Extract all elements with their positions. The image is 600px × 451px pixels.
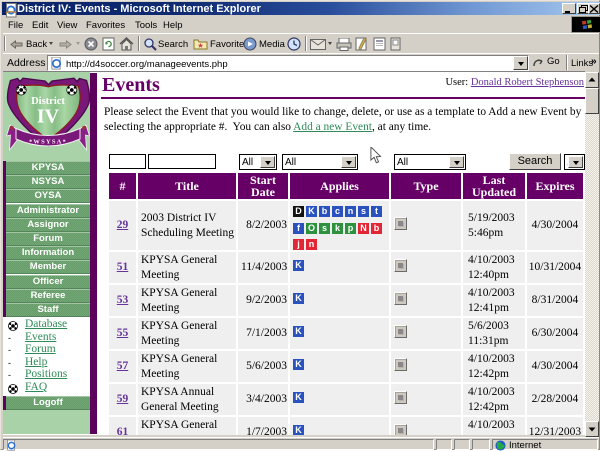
svg-text:IV: IV <box>37 106 60 128</box>
svg-text:*WSYSA*: *WSYSA* <box>29 139 67 146</box>
